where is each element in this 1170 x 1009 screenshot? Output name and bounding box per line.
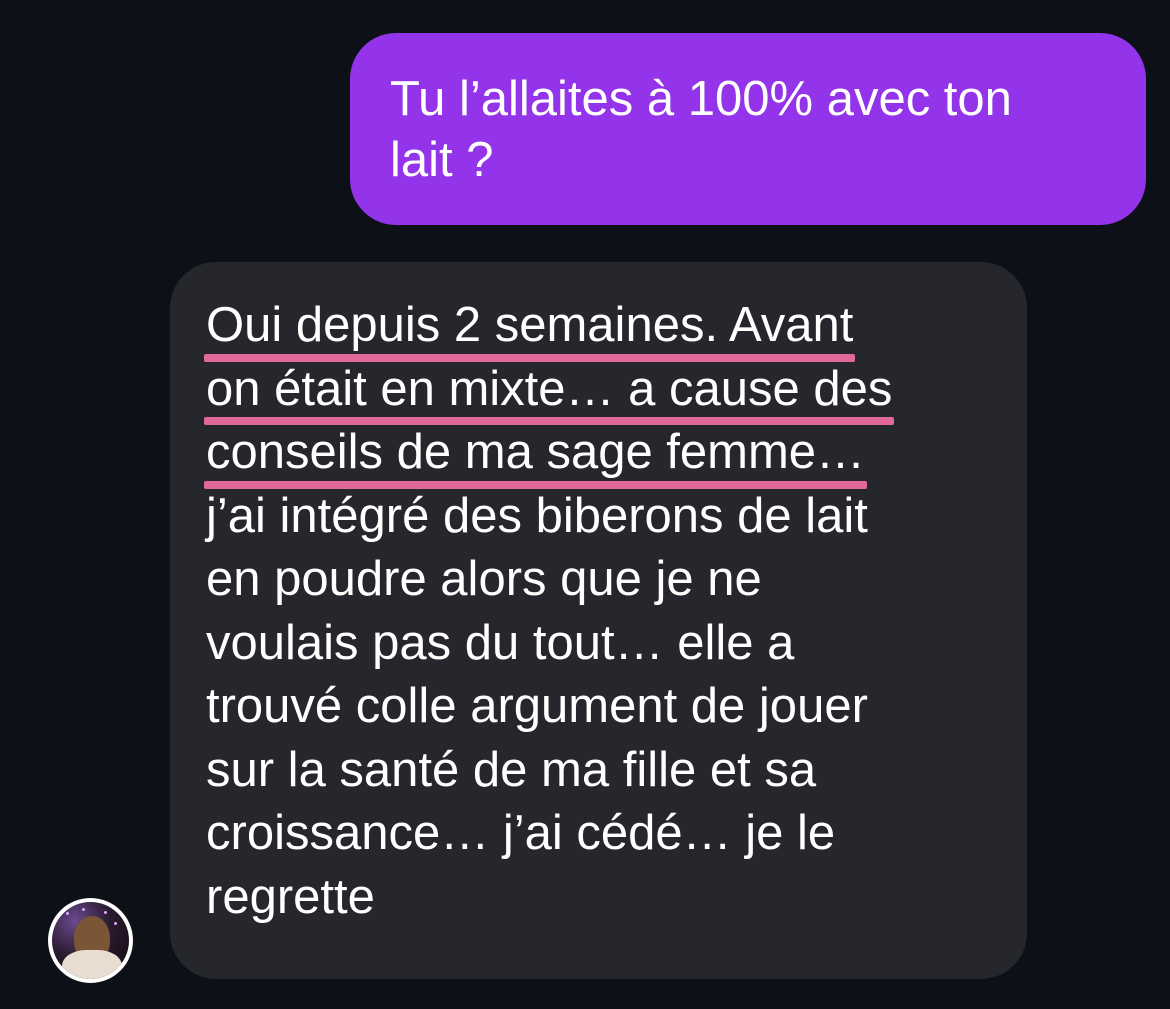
incoming-message-line: regrette [206, 869, 375, 924]
incoming-message-line: sur la santé de ma fille et sa [206, 742, 817, 797]
outgoing-message-bubble[interactable]: Tu l’allaites à 100% avec ton lait ? [350, 33, 1146, 225]
incoming-message-line: en poudre alors que je ne [206, 552, 762, 606]
outgoing-message-text: Tu l’allaites à 100% avec ton lait ? [390, 72, 1012, 187]
profile-photo-icon [52, 902, 129, 979]
incoming-message-line: j’ai intégré des biberons de lait [206, 488, 868, 543]
incoming-message-bubble[interactable]: Oui depuis 2 semaines. Avant on était en… [170, 262, 1027, 979]
incoming-message-line: conseils de ma sage femme… [203, 421, 1007, 488]
incoming-message-line: trouvé colle argument de jouer [206, 679, 868, 733]
sender-avatar[interactable] [48, 898, 133, 983]
incoming-message-line: croissance… j’ai cédé… je le [206, 806, 836, 860]
incoming-message-line: Oui depuis 2 semaines. Avant [203, 294, 1007, 361]
chat-thread: Tu l’allaites à 100% avec ton lait ? Oui… [0, 0, 1170, 1009]
incoming-message-line: voulais pas du tout… elle a [206, 615, 795, 670]
incoming-message-line: on était en mixte… a cause des [203, 358, 1007, 425]
